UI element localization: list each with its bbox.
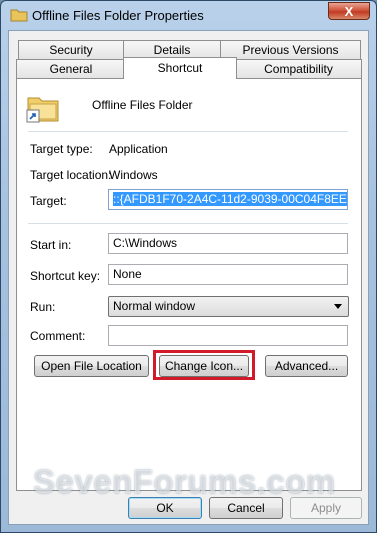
shortcut-name: Offline Files Folder — [92, 98, 193, 112]
tab-shortcut[interactable]: Shortcut — [123, 57, 237, 79]
target-location-value: Windows — [109, 168, 158, 182]
target-location-label: Target location: — [30, 168, 112, 182]
highlight-box — [153, 350, 255, 380]
comment-input[interactable] — [108, 325, 348, 346]
separator — [28, 131, 348, 132]
tab-previous-versions[interactable]: Previous Versions — [220, 40, 361, 59]
tab-compatibility[interactable]: Compatibility — [235, 59, 362, 78]
chevron-down-icon — [334, 304, 342, 309]
watermark: SevenForums.com — [33, 463, 336, 500]
folder-icon — [10, 9, 28, 22]
shortcut-folder-icon — [26, 97, 59, 123]
start-in-label: Start in: — [30, 238, 72, 252]
separator — [28, 223, 348, 224]
open-file-location-button[interactable]: Open File Location — [34, 355, 149, 377]
comment-label: Comment: — [30, 329, 86, 343]
shortcut-key-input[interactable]: None — [108, 264, 348, 285]
start-in-input[interactable]: C:\Windows — [108, 233, 348, 254]
advanced-button[interactable]: Advanced... — [265, 355, 348, 377]
target-input-value: ::{AFDB1F70-2A4C-11d2-9039-00C04F8EEB3E} — [113, 192, 347, 206]
target-type-label: Target type: — [30, 142, 93, 156]
close-button[interactable]: X — [328, 2, 370, 20]
tab-general[interactable]: General — [16, 59, 126, 78]
properties-window: Offline Files Folder Properties X Securi… — [0, 0, 377, 533]
run-label: Run: — [30, 300, 56, 314]
target-type-value: Application — [109, 142, 168, 156]
shortcut-key-label: Shortcut key: — [30, 269, 101, 283]
target-input[interactable]: ::{AFDB1F70-2A4C-11d2-9039-00C04F8EEB3E} — [108, 189, 348, 210]
target-label: Target: — [30, 194, 67, 208]
tab-security[interactable]: Security — [18, 40, 124, 59]
run-select[interactable]: Normal window — [108, 296, 349, 317]
run-select-value: Normal window — [113, 299, 196, 313]
window-title: Offline Files Folder Properties — [32, 8, 204, 23]
title-bar[interactable]: Offline Files Folder Properties X — [1, 1, 376, 31]
